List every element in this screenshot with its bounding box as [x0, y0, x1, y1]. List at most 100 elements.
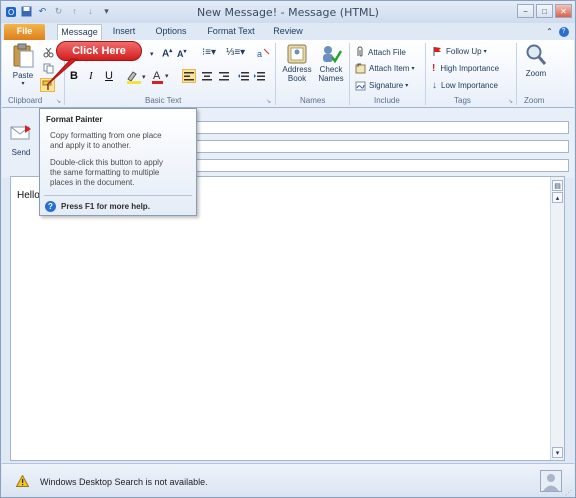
tab-insert[interactable]: Insert — [108, 24, 140, 40]
scroll-up-icon[interactable]: ▴ — [552, 192, 563, 203]
italic-button[interactable]: I — [89, 70, 93, 82]
tooltip-line: places in the document. — [50, 178, 135, 187]
include-group-label: Include — [374, 96, 400, 105]
underline-button[interactable]: U — [105, 70, 113, 82]
ribbon-help-area: ⌃ ? — [544, 26, 569, 37]
clear-formatting-icon[interactable]: a — [256, 47, 270, 59]
low-importance-button[interactable]: ↓ Low Importance — [432, 80, 498, 91]
group-separator — [425, 43, 426, 105]
follow-up-dropdown-icon: ▾ — [483, 49, 487, 55]
down-arrow-icon: ↓ — [432, 80, 437, 91]
tooltip-help: ? Press F1 for more help. — [45, 201, 150, 212]
scroll-down-icon[interactable]: ▾ — [552, 447, 563, 458]
check-names-icon — [320, 43, 342, 65]
signature-button[interactable]: Signature ▾ — [355, 80, 408, 91]
basic-text-group-label: Basic Text — [145, 96, 182, 105]
attach-item-icon — [355, 63, 366, 74]
paste-dropdown-icon: ▾ — [21, 81, 25, 87]
tags-launcher-icon[interactable]: ↘ — [508, 98, 513, 105]
paste-icon — [11, 43, 35, 69]
align-center-icon[interactable] — [200, 69, 214, 83]
clipboard-launcher-icon[interactable]: ↘ — [56, 98, 61, 105]
tags-group-label: Tags — [454, 96, 471, 105]
message-body-text: Hello — [17, 190, 40, 201]
window-controls: − □ ✕ — [517, 4, 572, 18]
svg-text:▾: ▾ — [165, 73, 169, 80]
tab-file[interactable]: File — [4, 24, 45, 40]
window-title: New Message! - Message (HTML) — [197, 6, 379, 19]
status-bar: Windows Desktop Search is not available.… — [2, 463, 574, 497]
high-importance-button[interactable]: ! High Importance — [432, 63, 499, 74]
red-flag-icon — [432, 46, 442, 57]
numbering-icon[interactable]: ⅓≡▾ — [226, 47, 245, 58]
address-book-button[interactable]: Address Book — [281, 43, 313, 93]
paste-label: Paste — [12, 71, 34, 80]
basic-text-launcher-icon[interactable]: ↘ — [266, 98, 271, 105]
follow-up-button[interactable]: Follow Up ▾ — [432, 46, 487, 57]
follow-up-label: Follow Up — [446, 47, 482, 56]
bullets-icon[interactable]: ⁝≡▾ — [202, 47, 216, 58]
tooltip-title: Format Painter — [46, 115, 103, 124]
tooltip-line: Double-click this button to apply — [50, 158, 163, 167]
avatar[interactable] — [540, 470, 562, 492]
help-icon: ? — [45, 201, 56, 212]
group-separator — [349, 43, 350, 105]
check-names-label-2: Names — [318, 74, 344, 83]
warning-icon — [16, 475, 29, 487]
clipboard-group-label: Clipboard — [8, 96, 43, 105]
align-right-icon[interactable] — [217, 69, 231, 83]
tooltip-line: and apply it to another. — [50, 141, 131, 150]
vertical-scrollbar[interactable]: ▤ ▴ ▾ — [550, 177, 564, 460]
grow-font-icon[interactable]: A▴ — [162, 47, 172, 59]
close-button[interactable]: ✕ — [555, 4, 572, 18]
tooltip-help-text: Press F1 for more help. — [61, 202, 150, 211]
low-importance-label: Low Importance — [441, 81, 498, 90]
send-envelope-icon — [10, 125, 32, 143]
font-color-icon[interactable]: A ▾ — [152, 69, 172, 84]
svg-text:A: A — [153, 70, 161, 82]
attach-item-dropdown-icon: ▾ — [411, 66, 415, 72]
shrink-font-icon[interactable]: A▾ — [177, 48, 187, 59]
tab-format-text[interactable]: Format Text — [203, 24, 259, 40]
increase-indent-icon[interactable] — [252, 69, 266, 83]
resize-grip-icon[interactable]: ⋰ — [565, 489, 572, 497]
message-body[interactable]: Hello ▤ ▴ ▾ — [10, 176, 565, 461]
attach-item-button[interactable]: Attach Item ▾ — [355, 63, 414, 74]
signature-label: Signature — [369, 81, 404, 90]
tooltip-line: Copy formatting from one place — [50, 131, 162, 140]
attach-item-label: Attach Item — [369, 64, 410, 73]
names-group-label: Names — [300, 96, 326, 105]
magnifier-icon — [525, 43, 547, 67]
font-dropdown-icon[interactable]: ▾ — [150, 50, 154, 58]
minimize-ribbon-icon[interactable]: ⌃ — [544, 26, 555, 37]
paste-button[interactable]: Paste ▾ — [10, 43, 36, 93]
tab-message[interactable]: Message — [57, 24, 102, 40]
exclamation-icon: ! — [432, 63, 436, 74]
svg-text:▾: ▾ — [142, 74, 146, 81]
tab-review[interactable]: Review — [270, 24, 306, 40]
high-importance-label: High Importance — [440, 64, 500, 73]
zoom-button[interactable]: Zoom — [522, 43, 550, 93]
highlight-icon[interactable]: ▾ — [126, 70, 148, 84]
tooltip-divider — [44, 195, 192, 196]
tab-options[interactable]: Options — [151, 24, 191, 40]
maximize-button[interactable]: □ — [536, 4, 553, 18]
check-names-button[interactable]: Check Names — [315, 43, 347, 93]
signature-dropdown-icon: ▾ — [405, 83, 409, 89]
help-icon[interactable]: ? — [558, 26, 569, 37]
status-message: Windows Desktop Search is not available. — [40, 477, 208, 487]
send-button[interactable]: Send — [7, 122, 35, 164]
ruler-toggle-icon[interactable]: ▤ — [552, 180, 563, 191]
attach-file-button[interactable]: Attach File — [355, 46, 406, 58]
svg-text:a: a — [257, 49, 262, 59]
minimize-button[interactable]: − — [517, 4, 534, 18]
address-book-label-1: Address — [282, 65, 312, 74]
address-book-label-2: Book — [287, 74, 307, 83]
group-separator — [516, 43, 517, 105]
align-left-icon[interactable] — [182, 69, 196, 83]
title-bar: O ↶ ↻ ↑ ↓ ▾ New Message! - Message (HTML… — [1, 1, 575, 23]
paperclip-icon — [355, 46, 364, 58]
callout-pointer-arrow — [46, 58, 79, 86]
decrease-indent-icon[interactable] — [236, 69, 250, 83]
outlook-message-window: O ↶ ↻ ↑ ↓ ▾ New Message! - Message (HTML… — [0, 0, 576, 498]
